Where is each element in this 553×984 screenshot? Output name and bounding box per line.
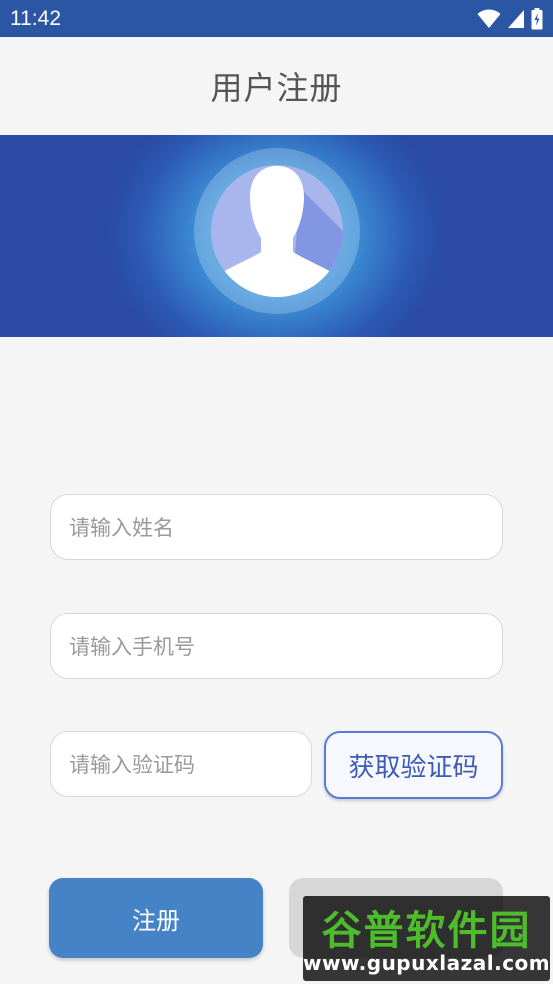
- title-bar: 用户注册: [0, 37, 553, 135]
- page-title: 用户注册: [210, 69, 343, 107]
- watermark-title: 谷普软件园: [321, 908, 532, 954]
- signal-icon: [508, 10, 524, 28]
- verification-code-placeholder: 请输入验证码: [69, 753, 195, 777]
- avatar[interactable]: [194, 148, 360, 314]
- status-icons: [477, 8, 543, 30]
- status-time: 11:42: [10, 7, 61, 30]
- wifi-icon: [477, 9, 501, 28]
- name-placeholder: 请输入姓名: [69, 516, 174, 540]
- watermark-url: www.gupuxlazal.com: [303, 951, 551, 975]
- phone-placeholder: 请输入手机号: [69, 635, 195, 659]
- user-avatar-icon: [194, 148, 360, 314]
- get-verification-code-button[interactable]: 获取验证码: [324, 731, 503, 799]
- register-button[interactable]: 注册: [49, 878, 263, 958]
- battery-icon: [531, 8, 543, 30]
- name-input[interactable]: 请输入姓名: [50, 494, 503, 560]
- status-bar: 11:42: [0, 0, 553, 37]
- watermark-logo: 谷普软件园 www.gupuxlazal.com: [303, 896, 550, 981]
- phone-input[interactable]: 请输入手机号: [50, 613, 503, 679]
- register-button-label: 注册: [132, 906, 180, 935]
- get-verification-code-label: 获取验证码: [348, 752, 479, 783]
- verification-code-input[interactable]: 请输入验证码: [50, 731, 312, 797]
